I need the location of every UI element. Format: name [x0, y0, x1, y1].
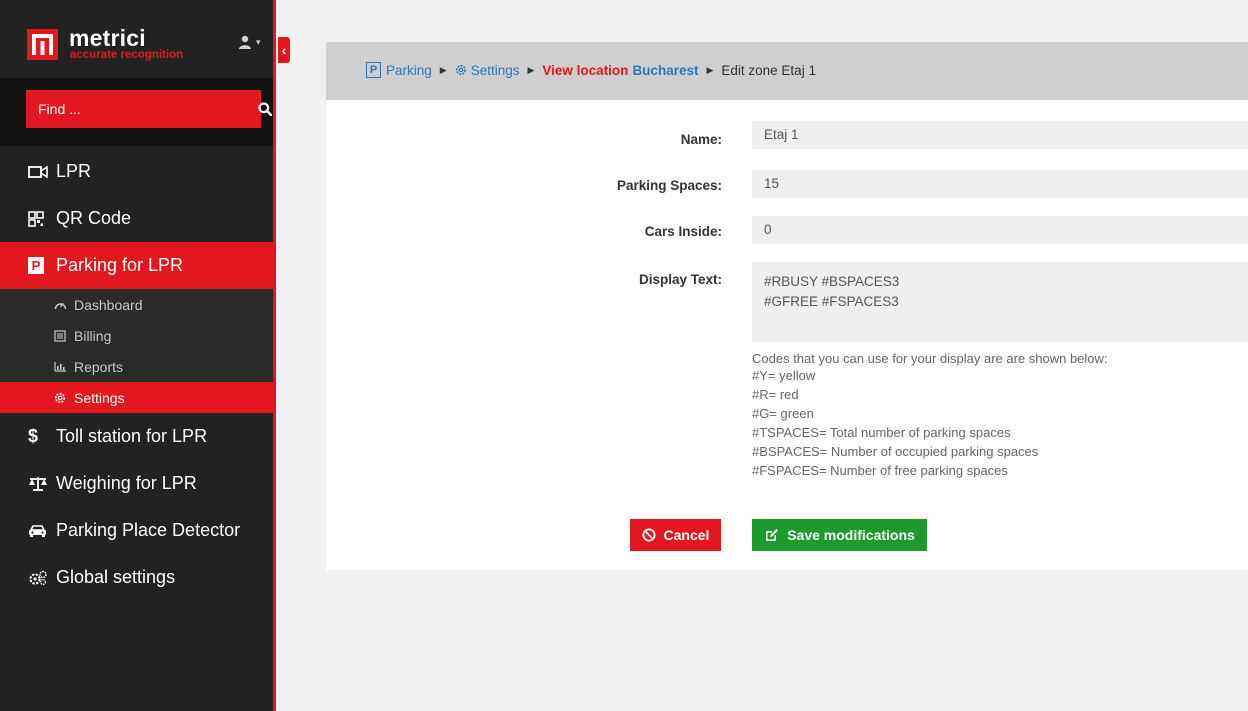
breadcrumb-settings-link[interactable]: Settings — [471, 63, 520, 78]
sidebar-item-qr-code[interactable]: QR Code — [0, 195, 273, 242]
breadcrumb-view-location-label[interactable]: View location — [542, 63, 628, 78]
sidebar-item-label: LPR — [56, 161, 92, 181]
sidebar-item-label: Settings — [74, 389, 125, 406]
search-area — [0, 78, 273, 146]
sidebar-item-settings[interactable]: Settings — [0, 382, 273, 413]
sidebar-item-parking-for-lpr[interactable]: P Parking for LPR — [0, 242, 273, 289]
search-button[interactable] — [246, 90, 284, 128]
sidebar-item-dashboard[interactable]: Dashboard — [0, 289, 273, 320]
display-text-label: Display Text: — [638, 272, 722, 287]
cancel-button-label: Cancel — [663, 527, 710, 543]
sidebar-nav: LPR QR Code P Parking for LPR Dashboard — [0, 148, 273, 601]
breadcrumb: P Parking ▶ Settings ▶ View location Buc… — [366, 62, 816, 78]
parking-spaces-field[interactable]: 15 — [752, 170, 1248, 198]
parking-submenu: Dashboard Billing Reports Settings — [0, 289, 273, 413]
brand-tagline: accurate recognition — [70, 49, 184, 61]
help-line: #FSPACES= Number of free parking spaces — [752, 463, 1008, 478]
sidebar-item-billing[interactable]: Billing — [0, 320, 273, 351]
help-line: #BSPACES= Number of occupied parking spa… — [752, 444, 1039, 459]
cancel-button[interactable]: Cancel — [630, 519, 721, 551]
breadcrumb-parking-link[interactable]: Parking — [386, 63, 432, 78]
help-line: #G= green — [752, 406, 814, 421]
sidebar: metrici accurate recognition ▾ Find ... … — [0, 0, 276, 711]
sidebar-item-label: Reports — [74, 358, 124, 375]
save-button-label: Save modifications — [787, 527, 915, 543]
display-text-line: #RBUSY #BSPACES3 — [764, 274, 900, 289]
cars-inside-label: Cars Inside: — [644, 224, 722, 239]
parking-icon: P — [28, 257, 50, 274]
sidebar-item-global-settings[interactable]: Global settings — [0, 554, 273, 601]
name-field[interactable]: Etaj 1 — [752, 121, 1248, 149]
search-box — [26, 90, 272, 128]
sidebar-item-weighing[interactable]: Weighing for LPR — [0, 460, 273, 507]
display-text-line: #GFREE #FSPACES3 — [764, 294, 899, 309]
qr-code-icon — [28, 210, 50, 227]
sidebar-item-label: QR Code — [56, 208, 132, 228]
cars-inside-field[interactable]: 0 — [752, 216, 1248, 244]
balance-scale-icon — [28, 476, 50, 492]
sidebar-item-parking-place-detector[interactable]: Parking Place Detector — [0, 507, 273, 554]
parking-icon: P — [366, 62, 381, 78]
gear-icon — [54, 392, 70, 404]
video-camera-icon — [28, 165, 50, 179]
breadcrumb-separator-icon: ▶ — [439, 64, 447, 75]
logo-icon — [27, 29, 58, 60]
sidebar-item-label: Parking Place Detector — [56, 520, 241, 540]
sidebar-item-reports[interactable]: Reports — [0, 351, 273, 382]
edit-zone-form: Name: Etaj 1 Parking Spaces: 15 Cars Ins… — [326, 100, 1248, 570]
dollar-icon: $ — [28, 426, 39, 446]
help-line: #R= red — [752, 387, 799, 402]
chevron-down-icon: ▾ — [256, 37, 261, 47]
breadcrumb-current: Edit zone Etaj 1 — [721, 62, 816, 78]
sidebar-item-label: Toll station for LPR — [56, 426, 208, 446]
car-icon — [28, 524, 50, 538]
billing-icon — [54, 329, 70, 342]
sidebar-item-toll-station[interactable]: $ Toll station for LPR — [0, 413, 273, 460]
sidebar-item-label: Global settings — [56, 567, 176, 587]
gears-icon — [28, 570, 50, 586]
brand-header: metrici accurate recognition ▾ — [0, 0, 273, 78]
display-codes-help: Codes that you can use for your display … — [752, 348, 1108, 481]
save-button[interactable]: Save modifications — [752, 519, 927, 551]
ban-icon — [642, 528, 656, 542]
breadcrumb-separator-icon: ▶ — [706, 64, 714, 75]
bar-chart-icon — [54, 361, 70, 372]
breadcrumb-separator-icon: ▶ — [527, 64, 535, 75]
name-label: Name: — [680, 132, 722, 147]
search-input[interactable] — [26, 90, 224, 128]
parking-spaces-label: Parking Spaces: — [616, 178, 722, 193]
sidebar-item-label: Dashboard — [74, 296, 143, 313]
display-text-field[interactable]: #RBUSY #BSPACES3 #GFREE #FSPACES3 — [752, 262, 1248, 342]
breadcrumb-bar: P Parking ▶ Settings ▶ View location Buc… — [326, 42, 1248, 100]
edit-icon — [766, 528, 779, 541]
sidebar-item-lpr[interactable]: LPR — [0, 148, 273, 195]
dashboard-gauge-icon — [54, 299, 70, 311]
sidebar-collapse-button[interactable]: ‹ — [278, 37, 290, 63]
sidebar-item-label: Billing — [74, 327, 112, 344]
breadcrumb-location-link[interactable]: Bucharest — [632, 63, 698, 78]
gear-icon — [455, 64, 467, 76]
sidebar-item-label: Weighing for LPR — [56, 473, 197, 493]
user-icon — [239, 35, 251, 49]
user-menu[interactable]: ▾ — [238, 34, 268, 50]
search-icon — [258, 102, 272, 116]
sidebar-item-label: Parking for LPR — [56, 255, 184, 275]
help-line: #TSPACES= Total number of parking spaces — [752, 425, 1011, 440]
